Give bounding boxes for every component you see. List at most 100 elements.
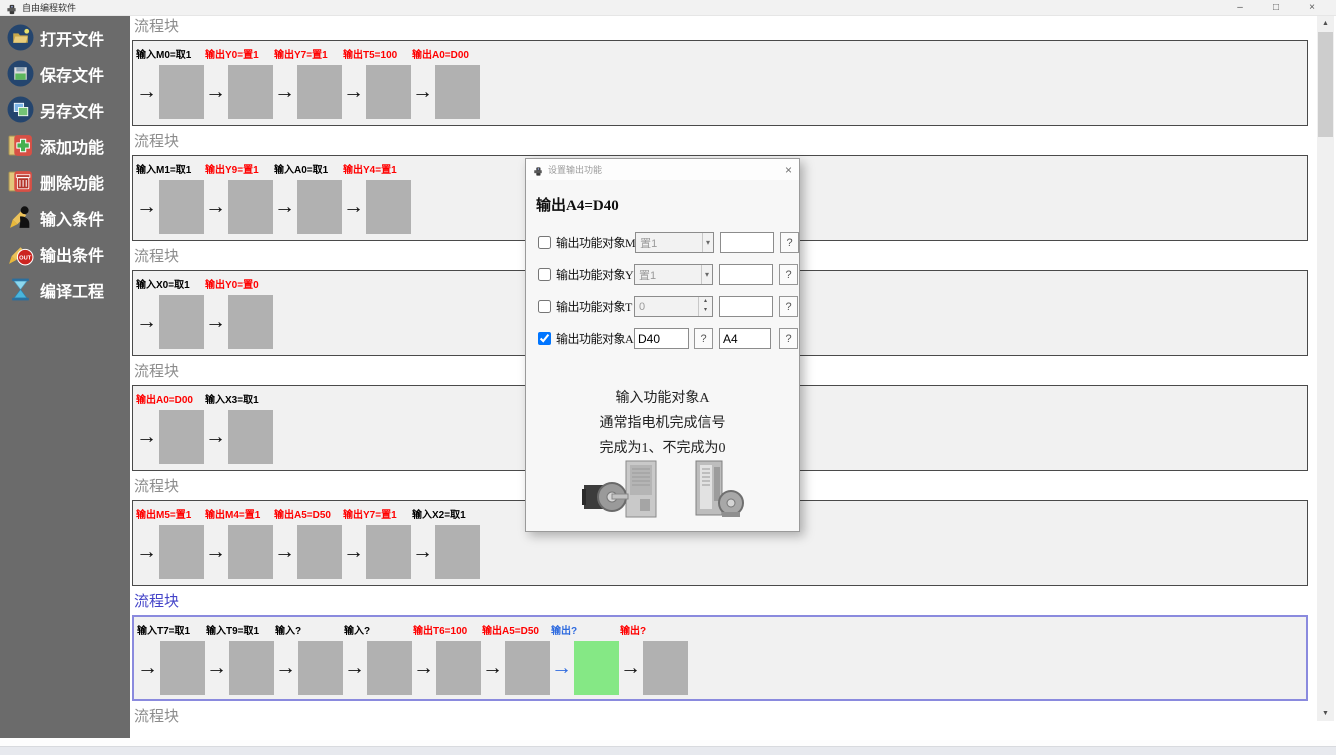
- flow-step-block[interactable]: [228, 410, 273, 464]
- flow-item: 输入M0=取1→: [136, 49, 205, 125]
- sidebar-item-compile-project[interactable]: 编译工程: [7, 275, 130, 304]
- output-target-t-field[interactable]: [719, 296, 773, 317]
- flow-step-block[interactable]: [367, 641, 412, 695]
- output-target-a-help-button[interactable]: ?: [694, 328, 713, 349]
- flow-step-block[interactable]: [505, 641, 550, 695]
- output-target-t-help-button[interactable]: ?: [779, 296, 798, 317]
- flow-step-block[interactable]: [159, 65, 204, 119]
- sidebar-item-delete-function[interactable]: 删除功能: [7, 167, 130, 196]
- flow-item-label: 输出T6=100: [413, 625, 482, 638]
- sidebar-item-label: 输出条件: [40, 242, 104, 266]
- output-target-y-field[interactable]: [719, 264, 773, 285]
- flow-item: 输出Y9=置1→: [205, 164, 274, 240]
- output-target-t-checkbox[interactable]: [538, 300, 551, 313]
- output-target-t-spinner[interactable]: 0 ▴ ▾: [634, 296, 713, 317]
- scroll-up-icon[interactable]: ▲: [1317, 16, 1334, 31]
- open-file-icon: [7, 24, 34, 51]
- sidebar-item-save-file[interactable]: 保存文件: [7, 59, 130, 88]
- flow-item-label: 输入X0=取1: [136, 279, 205, 292]
- flow-step-block[interactable]: [435, 525, 480, 579]
- output-target-m-row: 输出功能对象M 置1 ▾ ?: [538, 232, 799, 253]
- flow-item-label: 输出Y0=置0: [205, 279, 274, 292]
- flow-step-block[interactable]: [159, 295, 204, 349]
- dialog-close-icon[interactable]: ×: [785, 164, 792, 176]
- arrow-right-icon: →: [205, 525, 228, 579]
- flow-item: 输入X0=取1→: [136, 279, 205, 355]
- flow-step-block[interactable]: [160, 641, 205, 695]
- flow-item-label: 输出M5=置1: [136, 509, 205, 522]
- flow-step-block[interactable]: [229, 641, 274, 695]
- flow-step-block[interactable]: [159, 410, 204, 464]
- scrollbar-thumb[interactable]: [1318, 32, 1333, 137]
- scroll-down-icon[interactable]: ▼: [1317, 706, 1334, 721]
- servo-motor-drive-image: [580, 459, 664, 526]
- arrow-right-icon: →: [344, 641, 367, 695]
- flow-step-block[interactable]: [435, 65, 480, 119]
- flow-step-block[interactable]: [436, 641, 481, 695]
- window-titlebar[interactable]: 自由编程软件 – □ ×: [0, 0, 1336, 16]
- flow-step-block[interactable]: [228, 525, 273, 579]
- flow-step-block[interactable]: [159, 525, 204, 579]
- arrow-right-icon: →: [274, 525, 297, 579]
- output-target-m-help-button[interactable]: ?: [780, 232, 799, 253]
- flow-item: 输出A0=D00→: [136, 394, 205, 470]
- flow-step-block[interactable]: [159, 180, 204, 234]
- flow-step-block[interactable]: [228, 295, 273, 349]
- output-target-a-address-input[interactable]: [719, 328, 771, 349]
- close-button[interactable]: ×: [1294, 0, 1330, 15]
- flow-step-block[interactable]: [366, 525, 411, 579]
- output-target-m-field[interactable]: [720, 232, 774, 253]
- arrow-right-icon: →: [205, 295, 228, 349]
- flow-step-block[interactable]: [297, 525, 342, 579]
- flow-item-label: 输入X3=取1: [205, 394, 274, 407]
- minimize-button[interactable]: –: [1222, 0, 1258, 15]
- flow-step-block[interactable]: [643, 641, 688, 695]
- sidebar-item-open-file[interactable]: 打开文件: [7, 23, 130, 52]
- flow-item-label: 输入A0=取1: [274, 164, 343, 177]
- flow-item-label: 输出T5=100: [343, 49, 412, 62]
- spinner-down-icon[interactable]: ▾: [699, 306, 712, 315]
- sidebar-item-label: 编译工程: [40, 278, 104, 302]
- sidebar-item-label: 添加功能: [40, 134, 104, 158]
- arrow-right-icon: →: [551, 641, 574, 695]
- flow-item-label: 输出A5=D50: [274, 509, 343, 522]
- delete-function-icon: [7, 168, 34, 195]
- sidebar-item-add-function[interactable]: 添加功能: [7, 131, 130, 160]
- flow-step-block[interactable]: [297, 180, 342, 234]
- spinner-up-icon[interactable]: ▴: [699, 297, 712, 306]
- save-as-icon: [7, 96, 34, 123]
- flow-step-block[interactable]: [228, 65, 273, 119]
- output-target-y-select[interactable]: 置1 ▾: [634, 264, 713, 285]
- flow-step-block[interactable]: [574, 641, 619, 695]
- sidebar-item-input-condition[interactable]: 输入条件: [7, 203, 130, 232]
- svg-text:OUT: OUT: [19, 256, 32, 262]
- vertical-scrollbar[interactable]: ▲ ▼: [1317, 16, 1334, 721]
- flow-item: 输出?→: [551, 625, 620, 699]
- output-target-a-value-input[interactable]: [634, 328, 689, 349]
- sidebar-item-label: 打开文件: [40, 26, 104, 50]
- dialog-titlebar[interactable]: 设置输出功能 ×: [526, 159, 799, 180]
- arrow-right-icon: →: [274, 180, 297, 234]
- flow-step-block[interactable]: [366, 180, 411, 234]
- flow-step-block[interactable]: [228, 180, 273, 234]
- flow-step-block[interactable]: [297, 65, 342, 119]
- output-target-y-help-button[interactable]: ?: [779, 264, 798, 285]
- maximize-button[interactable]: □: [1258, 0, 1294, 15]
- output-target-m-checkbox[interactable]: [538, 236, 551, 249]
- flow-item: 输出A5=D50→: [482, 625, 551, 699]
- window-bottom-strip: [0, 740, 1336, 755]
- output-target-a-help2-button[interactable]: ?: [779, 328, 798, 349]
- arrow-right-icon: →: [620, 641, 643, 695]
- flow-step-block[interactable]: [298, 641, 343, 695]
- output-target-m-select[interactable]: 置1 ▾: [635, 232, 714, 253]
- sidebar-item-save-as-file[interactable]: 另存文件: [7, 95, 130, 124]
- flow-step-block[interactable]: [366, 65, 411, 119]
- arrow-right-icon: →: [136, 410, 159, 464]
- sidebar-item-output-condition[interactable]: OUT 输出条件: [7, 239, 130, 268]
- output-target-y-checkbox[interactable]: [538, 268, 551, 281]
- flow-item-label: 输入X2=取1: [412, 509, 481, 522]
- output-target-a-checkbox[interactable]: [538, 332, 551, 345]
- section-title: 流程块: [134, 18, 1317, 36]
- app-icon: [533, 164, 543, 175]
- compile-project-icon: [7, 276, 34, 303]
